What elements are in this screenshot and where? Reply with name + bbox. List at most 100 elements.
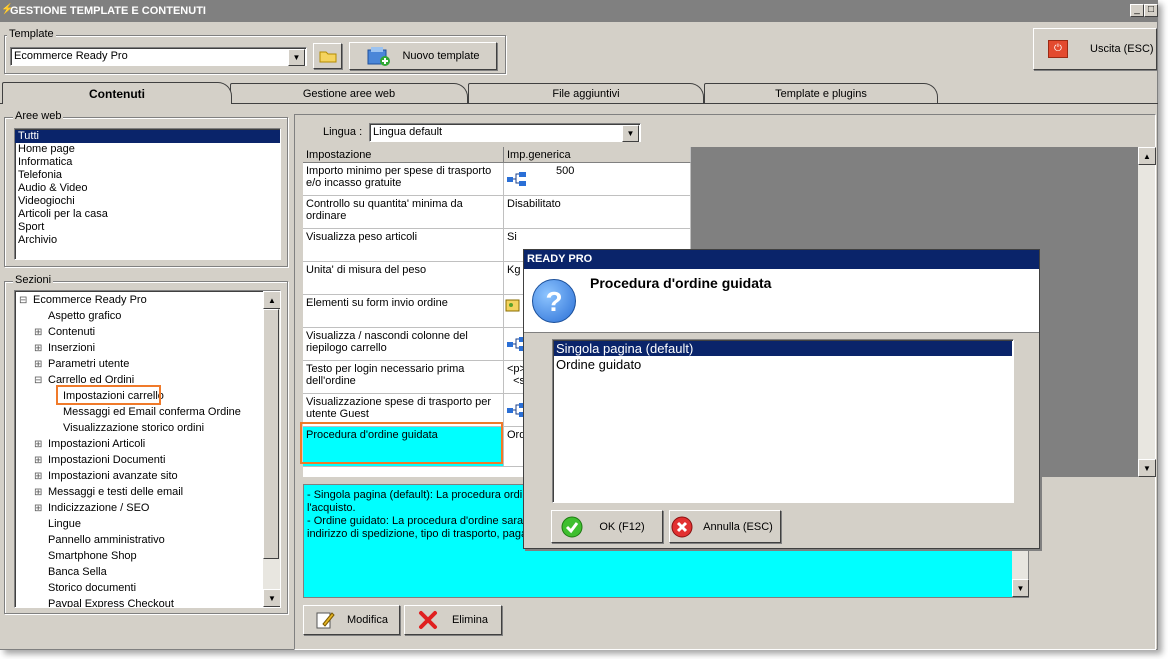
tree-item-label: Visualizzazione storico ordini [63, 422, 205, 434]
tree-item[interactable]: Aspetto grafico [34, 308, 121, 324]
tab-gestione-aree-web[interactable]: Gestione aree web [230, 83, 468, 103]
chevron-down-icon[interactable]: ▼ [622, 125, 639, 142]
dialog-divider [524, 332, 1039, 333]
template-select[interactable]: Ecommerce Ready Pro ▼ [10, 47, 307, 66]
tree-item[interactable]: Messaggi ed Email conferma Ordine [49, 404, 241, 420]
expand-icon[interactable]: ⊞ [34, 501, 44, 517]
scroll-down-button[interactable]: ▼ [1138, 459, 1156, 477]
exit-button[interactable]: ⏻ Uscita (ESC) [1033, 28, 1157, 70]
template-select-value: Ecommerce Ready Pro [14, 50, 128, 62]
sezioni-label: Sezioni [13, 274, 54, 286]
scroll-up-button[interactable]: ▲ [263, 291, 280, 309]
tree-item-label: Pannello amministrativo [48, 534, 165, 546]
scroll-up-button[interactable]: ▲ [1138, 147, 1156, 165]
tree-item[interactable]: Pannello amministrativo [34, 532, 165, 548]
grid-cell-setting[interactable]: Controllo su quantita' minima da ordinar… [303, 196, 504, 229]
tree-item[interactable]: ⊞ Impostazioni Documenti [34, 452, 165, 468]
list-item[interactable]: Sport [15, 221, 280, 234]
grid-header-impostazione[interactable]: Impostazione [303, 147, 504, 163]
delete-button[interactable]: Elimina [404, 605, 502, 635]
delete-x-icon [418, 611, 437, 629]
collapse-icon[interactable]: ⊟ [34, 373, 44, 389]
dialog-option[interactable]: Ordine guidato [554, 357, 1012, 372]
new-template-icon [367, 47, 391, 66]
list-item[interactable]: Home page [15, 143, 280, 156]
tree-item[interactable]: ⊞ Messaggi e testi delle email [34, 484, 183, 500]
scroll-down-button[interactable]: ▼ [263, 589, 280, 607]
new-template-button[interactable]: Nuovo template [349, 42, 497, 70]
tree-item[interactable]: Smartphone Shop [34, 548, 137, 564]
cancel-label: Annulla (ESC) [703, 520, 773, 533]
tree-item[interactable]: ⊟ Ecommerce Ready Pro [19, 292, 147, 308]
power-icon: ⏻ [1048, 40, 1068, 58]
cancel-icon [671, 516, 693, 537]
maximize-button[interactable]: □ [1144, 4, 1158, 17]
tree-item[interactable]: ⊞ Indicizzazione / SEO [34, 500, 150, 516]
expand-icon[interactable]: ⊞ [34, 357, 44, 373]
tree-item-label: Aspetto grafico [48, 310, 122, 322]
tree-item-label: Messaggi e testi delle email [48, 486, 184, 498]
tab-file-aggiuntivi[interactable]: File aggiuntivi [468, 83, 704, 103]
list-item[interactable]: Audio & Video [15, 182, 280, 195]
chevron-down-icon[interactable]: ▼ [288, 49, 305, 66]
lingua-select[interactable]: Lingua default ▼ [369, 123, 641, 142]
tree-scrollbar[interactable]: ▲ ▼ [263, 291, 280, 607]
expand-icon[interactable]: ⊞ [34, 453, 44, 469]
edit-icon [316, 612, 335, 629]
expand-icon[interactable]: ⊞ [34, 485, 44, 501]
list-item[interactable]: Tutti [15, 130, 280, 143]
minimize-button[interactable]: _ [1130, 4, 1144, 17]
grid-cell-setting[interactable]: Importo minimo per spese di trasporto e/… [303, 163, 504, 196]
tree-item-label: Parametri utente [48, 358, 130, 370]
tree-item[interactable]: ⊞ Inserzioni [34, 340, 95, 356]
expand-icon[interactable]: ⊞ [34, 469, 44, 485]
tree-item[interactable]: Lingue [34, 516, 81, 532]
list-item[interactable]: Informatica [15, 156, 280, 169]
expand-icon[interactable]: ⊞ [34, 341, 44, 357]
grid-cell-value[interactable]: 500 [504, 163, 691, 196]
collapse-icon[interactable]: ⊟ [19, 293, 29, 309]
grid-cell-setting[interactable]: Unita' di misura del peso [303, 262, 504, 295]
list-item[interactable]: Telefonia [15, 169, 280, 182]
grid-cell-setting[interactable]: Visualizza peso articoli [303, 229, 504, 262]
check-icon [561, 516, 583, 537]
ok-button[interactable]: OK (F12) [551, 510, 663, 543]
tree-item[interactable]: ⊞ Impostazioni avanzate sito [34, 468, 178, 484]
tree-item[interactable]: Storico documenti [34, 580, 136, 596]
tab-template-plugins[interactable]: Template e plugins [704, 83, 938, 103]
dialog-options-list[interactable]: Singola pagina (default) Ordine guidato [552, 339, 1014, 503]
window-title: GESTIONE TEMPLATE E CONTENUTI [10, 5, 206, 17]
grid-header-imp-generica[interactable]: Imp.generica [504, 147, 691, 163]
open-folder-button[interactable] [313, 43, 342, 69]
list-item[interactable]: Archivio [15, 234, 280, 247]
expand-icon[interactable]: ⊞ [34, 437, 44, 453]
grid-cell-setting[interactable]: Visualizza / nascondi colonne del riepil… [303, 328, 504, 361]
tab-contenuti[interactable]: Contenuti [2, 82, 232, 104]
lingua-label: Lingua : [323, 126, 363, 138]
cancel-button[interactable]: Annulla (ESC) [669, 510, 781, 543]
modify-button[interactable]: Modifica [303, 605, 400, 635]
tree-item[interactable]: ⊞ Impostazioni Articoli [34, 436, 145, 452]
tree-item-label: Indicizzazione / SEO [48, 502, 150, 514]
dialog-option[interactable]: Singola pagina (default) [554, 341, 1012, 356]
aree-web-list[interactable]: Tutti Home page Informatica Telefonia Au… [14, 128, 281, 260]
tree-item-label: Lingue [48, 518, 82, 530]
app-icon: ⚡ [1, 4, 14, 15]
tree-item[interactable]: Banca Sella [34, 564, 107, 580]
dialog-heading: Procedura d'ordine guidata [590, 275, 772, 291]
scroll-thumb[interactable] [263, 309, 279, 559]
sezioni-tree[interactable]: ⊟ Ecommerce Ready Pro Aspetto grafico ⊞ Cont… [14, 290, 281, 608]
list-item[interactable]: Articoli per la casa [15, 208, 280, 221]
tree-item[interactable]: Visualizzazione storico ordini [49, 420, 204, 436]
tree-item-label: Contenuti [48, 326, 96, 338]
list-item[interactable]: Videogiochi [15, 195, 280, 208]
scroll-down-button[interactable]: ▼ [1012, 579, 1029, 597]
expand-icon[interactable]: ⊞ [34, 325, 44, 341]
grid-cell-value[interactable]: Disabilitato [504, 196, 691, 229]
grid-scrollbar[interactable]: ▲ ▼ [1138, 147, 1156, 477]
tree-item[interactable]: Paypal Express Checkout [34, 596, 174, 607]
tree-item[interactable]: ⊞ Parametri utente [34, 356, 129, 372]
tree-item[interactable]: ⊞ Contenuti [34, 324, 95, 340]
grid-cell-setting[interactable]: Testo per login necessario prima dell'or… [303, 361, 504, 394]
grid-cell-setting[interactable]: Elementi su form invio ordine [303, 295, 504, 328]
